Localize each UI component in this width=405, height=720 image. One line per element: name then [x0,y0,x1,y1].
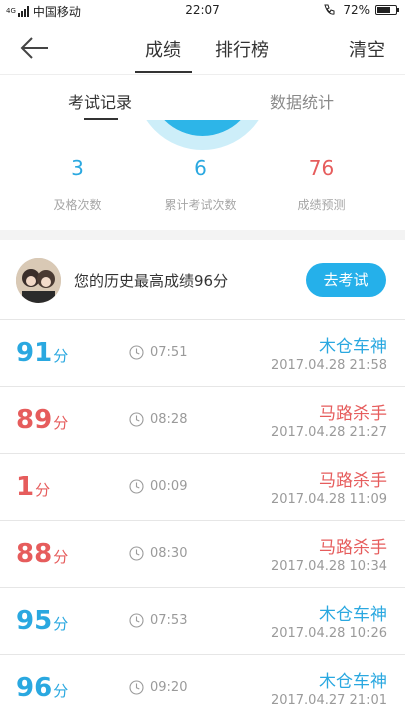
exam-records-screen: 4G 中国移动 22:07 72% 成绩 排行榜 清空 考试记录 数据统计 3 … [0,0,405,720]
back-arrow-icon[interactable] [18,34,50,62]
record-duration: 07:53 [150,613,188,628]
record-title: 木仓车神 [319,672,387,692]
score-unit: 分 [35,481,51,499]
record-duration: 00:09 [150,479,188,494]
record-duration: 08:28 [150,412,188,427]
record-score: 95分 [16,606,68,636]
record-date: 2017.04.28 21:58 [270,358,387,373]
battery-icon [375,5,399,15]
exam-record-row[interactable]: 1分 00:09 马路杀手 2017.04.28 11:09 [0,454,405,521]
stat-label: 及格次数 [53,198,102,212]
record-score: 88分 [16,539,68,569]
exam-record-row[interactable]: 88分 08:30 马路杀手 2017.04.28 10:34 [0,521,405,588]
score-value: 1 [16,472,35,502]
stat-value: 3 [71,156,84,180]
stat-score-prediction: 76 成绩预测 [254,156,389,213]
record-duration: 08:30 [150,546,188,561]
section-divider [0,230,405,240]
take-exam-button[interactable]: 去考试 [306,263,386,297]
exam-record-row[interactable]: 95分 07:53 木仓车神 2017.04.28 10:26 [0,588,405,655]
best-score-row: 您的历史最高成绩96分 去考试 [0,240,405,320]
score-unit: 分 [53,414,69,432]
clear-button[interactable]: 清空 [349,36,385,62]
score-unit: 分 [53,548,69,566]
score-unit: 分 [53,347,69,365]
stat-value: 6 [194,156,207,180]
battery-percent: 72% [343,3,370,17]
record-duration: 09:20 [150,680,188,695]
stat-pass-count: 3 及格次数 [10,156,145,213]
record-score: 1分 [16,472,50,502]
stat-total-exams: 6 累计考试次数 [133,156,268,213]
tab-scores[interactable]: 成绩 [145,36,181,62]
avatar-image [16,258,61,303]
exam-record-row[interactable]: 96分 09:20 木仓车神 2017.04.27 21:01 [0,655,405,720]
clock-icon [129,412,144,427]
record-title: 马路杀手 [319,404,387,424]
stats-panel: 3 及格次数 6 累计考试次数 76 成绩预测 [0,120,405,230]
score-value: 89 [16,405,53,435]
clock-icon [129,479,144,494]
score-value: 96 [16,673,53,703]
stat-label: 成绩预测 [297,198,346,212]
record-date: 2017.04.28 11:09 [270,492,387,507]
score-value: 91 [16,338,53,368]
tab-exam-records[interactable]: 考试记录 [68,89,132,113]
exam-record-row[interactable]: 91分 07:51 木仓车神 2017.04.28 21:58 [0,320,405,387]
score-unit: 分 [53,682,69,700]
avatar[interactable] [16,258,61,303]
record-duration: 07:51 [150,345,188,360]
record-date: 2017.04.27 21:01 [270,693,387,708]
record-title: 木仓车神 [319,605,387,625]
clock-icon [129,680,144,695]
exam-record-list: 91分 07:51 木仓车神 2017.04.28 21:58 89分 08:28 马路杀手… [0,320,405,720]
record-title: 木仓车神 [319,337,387,357]
stat-label: 累计考试次数 [164,198,237,212]
score-value: 95 [16,606,53,636]
record-score: 91分 [16,338,68,368]
battery-fill [377,7,390,13]
exam-record-row[interactable]: 89分 08:28 马路杀手 2017.04.28 21:27 [0,387,405,454]
record-score: 96分 [16,673,68,703]
record-title: 马路杀手 [319,471,387,491]
record-date: 2017.04.28 21:27 [270,425,387,440]
tab-leaderboard[interactable]: 排行榜 [215,36,269,62]
clock-icon [129,345,144,360]
record-title: 马路杀手 [319,538,387,558]
score-value: 88 [16,539,53,569]
tab-data-stats[interactable]: 数据统计 [270,89,334,113]
stat-value: 76 [308,156,335,180]
call-icon [324,4,335,15]
top-nav: 成绩 排行榜 清空 [0,22,405,74]
best-score-text: 您的历史最高成绩96分 [74,272,229,290]
clock-icon [129,546,144,561]
record-date: 2017.04.28 10:26 [270,626,387,641]
score-unit: 分 [53,615,69,633]
tab-scores-underline [135,71,192,73]
clock-icon [129,613,144,628]
record-score: 89分 [16,405,68,435]
status-right: 72% [323,3,399,17]
record-date: 2017.04.28 10:34 [270,559,387,574]
sub-tabs: 考试记录 数据统计 [0,74,405,120]
status-bar: 4G 中国移动 22:07 72% [0,0,405,22]
